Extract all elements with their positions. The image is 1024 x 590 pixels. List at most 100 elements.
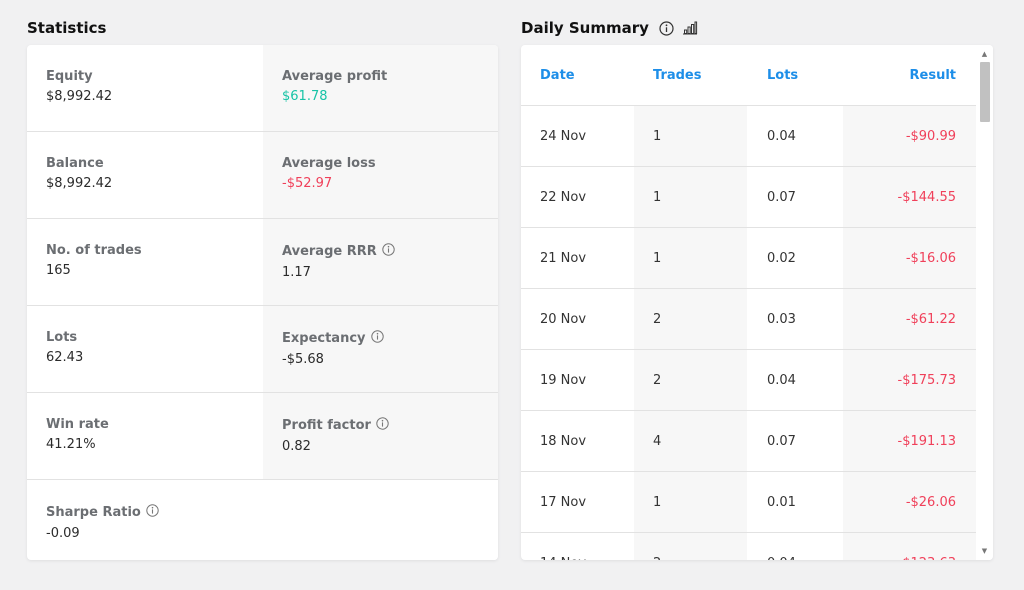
cell-date: 19 Nov bbox=[540, 372, 587, 388]
info-icon[interactable] bbox=[659, 20, 674, 36]
stat-label-row: Profit factor bbox=[282, 417, 498, 434]
cell-trades: 1 bbox=[634, 472, 747, 532]
table-header: Date Trades Lots Result bbox=[521, 45, 976, 106]
statistics-title: Statistics bbox=[27, 19, 107, 37]
stat-value: $8,992.42 bbox=[46, 176, 113, 191]
stat-value: 0.82 bbox=[282, 439, 311, 454]
column-header-date[interactable]: Date bbox=[521, 68, 634, 83]
cell-result: -$16.06 bbox=[843, 228, 976, 288]
info-icon[interactable] bbox=[376, 417, 389, 434]
cell-lots: 0.01 bbox=[767, 494, 796, 510]
table-row: 17 Nov 1 0.01 -$26.06 bbox=[521, 472, 976, 533]
stat-value: -$5.68 bbox=[282, 352, 324, 367]
table-row: 22 Nov 1 0.07 -$144.55 bbox=[521, 167, 976, 228]
stat-balance: Balance $8,992.42 bbox=[27, 132, 263, 218]
cell-lots: 0.03 bbox=[767, 311, 796, 327]
stat-label: Average profit bbox=[282, 69, 388, 84]
stat-value: 1.17 bbox=[282, 265, 311, 280]
stats-row: Sharpe Ratio -0.09 bbox=[27, 480, 498, 560]
cell-trades: 1 bbox=[634, 228, 747, 288]
table-row: 24 Nov 1 0.04 -$90.99 bbox=[521, 106, 976, 167]
scroll-up-icon[interactable]: ▲ bbox=[976, 47, 993, 61]
info-icon[interactable] bbox=[370, 330, 384, 347]
stat-label: Equity bbox=[46, 69, 93, 84]
cell-result: -$175.73 bbox=[843, 350, 976, 410]
daily-summary-card[interactable]: Date Trades Lots Result 24 Nov 1 0.04 -$… bbox=[521, 45, 993, 560]
cell-trades: 1 bbox=[634, 167, 747, 227]
stat-label-row: Sharpe Ratio bbox=[46, 504, 263, 521]
stat-label-row: Average RRR bbox=[282, 243, 498, 260]
cell-date: 14 Nov bbox=[521, 533, 634, 561]
daily-summary-header: Daily Summary bbox=[521, 19, 698, 37]
vertical-scrollbar[interactable]: ▲ ▼ bbox=[976, 45, 993, 560]
cell-date: 21 Nov bbox=[540, 250, 587, 266]
stat-average-rrr: Average RRR 1.17 bbox=[263, 219, 498, 305]
cell-lots: 0.02 bbox=[767, 250, 796, 266]
cell-lots: 0.07 bbox=[767, 189, 796, 205]
stat-value: $61.78 bbox=[282, 89, 328, 104]
cell-date: 17 Nov bbox=[540, 494, 587, 510]
cell-lots: 0.04 bbox=[767, 372, 796, 388]
table-row: 14 Nov 2 0.04 -$123.63 bbox=[521, 533, 976, 560]
stats-row: Lots 62.43 Expectancy -$5.68 bbox=[27, 306, 498, 393]
cell-trades: 2 bbox=[634, 350, 747, 410]
cell-trades: 1 bbox=[634, 106, 747, 166]
stat-no-of-trades: No. of trades 165 bbox=[27, 219, 263, 305]
stat-label: Win rate bbox=[46, 417, 109, 432]
table-row: 18 Nov 4 0.07 -$191.13 bbox=[521, 411, 976, 472]
column-header-result[interactable]: Result bbox=[843, 68, 976, 83]
stat-label: Average loss bbox=[282, 156, 376, 171]
stat-label: Average RRR bbox=[282, 244, 377, 259]
stat-value: -0.09 bbox=[46, 526, 80, 541]
stat-value: $8,992.42 bbox=[46, 89, 113, 104]
cell-lots: 0.04 bbox=[747, 533, 843, 561]
stat-value: -$52.97 bbox=[282, 176, 333, 191]
cell-lots: 0.04 bbox=[767, 128, 796, 144]
stat-win-rate: Win rate 41.21% bbox=[27, 393, 263, 479]
cell-result: -$191.13 bbox=[843, 411, 976, 471]
stat-profit-factor: Profit factor 0.82 bbox=[263, 393, 498, 479]
info-icon[interactable] bbox=[382, 243, 395, 260]
cell-lots: 0.07 bbox=[767, 433, 796, 449]
cell-date: 22 Nov bbox=[540, 189, 587, 205]
stat-label: Lots bbox=[46, 330, 78, 345]
stat-value: 41.21% bbox=[46, 437, 96, 452]
stat-sharpe-ratio: Sharpe Ratio -0.09 bbox=[27, 480, 263, 560]
stat-average-loss: Average loss -$52.97 bbox=[263, 132, 498, 218]
cell-trades: 4 bbox=[634, 411, 747, 471]
column-header-lots[interactable]: Lots bbox=[747, 68, 843, 83]
stats-row: No. of trades 165 Average RRR 1.17 bbox=[27, 219, 498, 306]
stat-label-row: Expectancy bbox=[282, 330, 498, 347]
cell-result: -$26.06 bbox=[843, 472, 976, 532]
column-header-trades[interactable]: Trades bbox=[634, 68, 747, 83]
stat-label: Sharpe Ratio bbox=[46, 505, 141, 520]
info-icon[interactable] bbox=[146, 504, 159, 521]
bar-chart-icon[interactable] bbox=[682, 21, 698, 35]
table-row: 19 Nov 2 0.04 -$175.73 bbox=[521, 350, 976, 411]
cell-trades: 2 bbox=[634, 289, 747, 349]
cell-result: -$123.63 bbox=[843, 533, 976, 560]
stat-average-profit: Average profit $61.78 bbox=[263, 45, 498, 131]
scroll-down-icon[interactable]: ▼ bbox=[976, 544, 993, 558]
cell-date: 24 Nov bbox=[540, 128, 587, 144]
stat-lots: Lots 62.43 bbox=[27, 306, 263, 392]
cell-result: -$90.99 bbox=[843, 106, 976, 166]
stat-label: Profit factor bbox=[282, 418, 371, 433]
stats-row: Win rate 41.21% Profit factor 0.82 bbox=[27, 393, 498, 480]
cell-date: 18 Nov bbox=[540, 433, 587, 449]
stat-value: 62.43 bbox=[46, 350, 84, 365]
cell-result: -$61.22 bbox=[843, 289, 976, 349]
stats-row: Balance $8,992.42 Average loss -$52.97 bbox=[27, 132, 498, 219]
stat-equity: Equity $8,992.42 bbox=[27, 45, 263, 131]
cell-trades: 2 bbox=[634, 533, 747, 560]
stats-row: Equity $8,992.42 Average profit $61.78 bbox=[27, 45, 498, 132]
table-row: 20 Nov 2 0.03 -$61.22 bbox=[521, 289, 976, 350]
stat-expectancy: Expectancy -$5.68 bbox=[263, 306, 498, 392]
stat-value: 165 bbox=[46, 263, 71, 278]
stat-label: Expectancy bbox=[282, 331, 366, 346]
cell-date: 20 Nov bbox=[540, 311, 587, 327]
cell-result: -$144.55 bbox=[843, 167, 976, 227]
stat-label: Balance bbox=[46, 156, 104, 171]
scroll-thumb[interactable] bbox=[980, 62, 990, 122]
stat-label: No. of trades bbox=[46, 243, 142, 258]
